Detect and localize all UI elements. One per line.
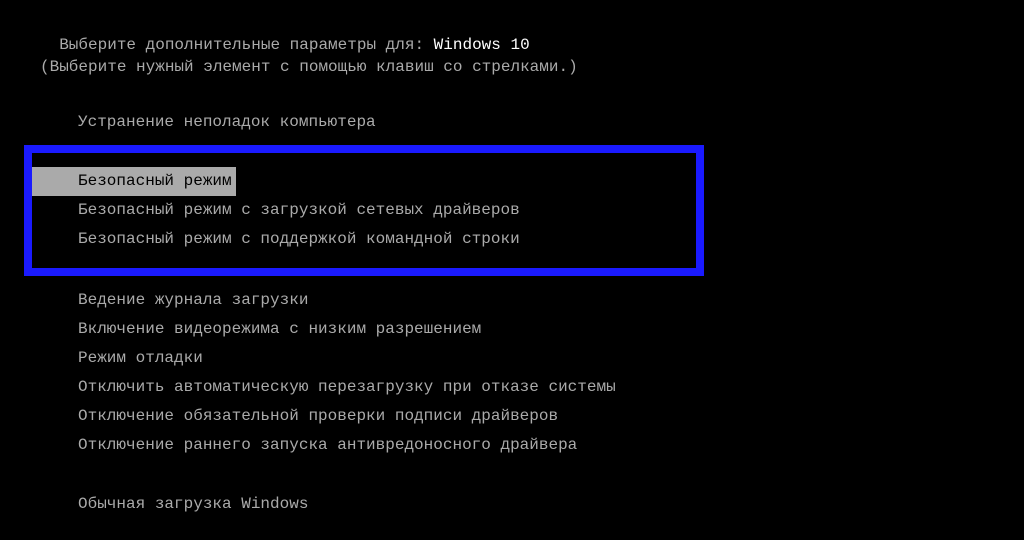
safe-mode-highlight-box: Безопасный режим Безопасный режим с загр… [24,145,704,276]
menu-item-safe-mode-cmd[interactable]: Безопасный режим с поддержкой командной … [32,225,696,254]
menu-item-boot-logging[interactable]: Ведение журнала загрузки [0,286,1024,315]
menu-item-safe-mode[interactable]: Безопасный режим [32,167,696,196]
menu-item-low-res-video[interactable]: Включение видеорежима с низким разрешени… [0,315,1024,344]
boot-header-line: Выберите дополнительные параметры для: W… [0,12,1024,56]
menu-item-safe-mode-networking[interactable]: Безопасный режим с загрузкой сетевых дра… [32,196,696,225]
menu-item-debugging-mode[interactable]: Режим отладки [0,344,1024,373]
boot-header-prompt: Выберите дополнительные параметры для: [59,36,433,54]
boot-header-instruction: (Выберите нужный элемент с помощью клави… [0,56,1024,78]
boot-header-os: Windows 10 [434,36,530,54]
menu-item-start-normally[interactable]: Обычная загрузка Windows [0,490,1024,519]
menu-item-disable-early-antimalware[interactable]: Отключение раннего запуска антивредоносн… [0,431,1024,460]
menu-item-disable-auto-restart[interactable]: Отключить автоматическую перезагрузку пр… [0,373,1024,402]
menu-item-repair[interactable]: Устранение неполадок компьютера [0,108,1024,137]
menu-item-safe-mode-label: Безопасный режим [32,167,236,196]
menu-item-disable-driver-signature[interactable]: Отключение обязательной проверки подписи… [0,402,1024,431]
